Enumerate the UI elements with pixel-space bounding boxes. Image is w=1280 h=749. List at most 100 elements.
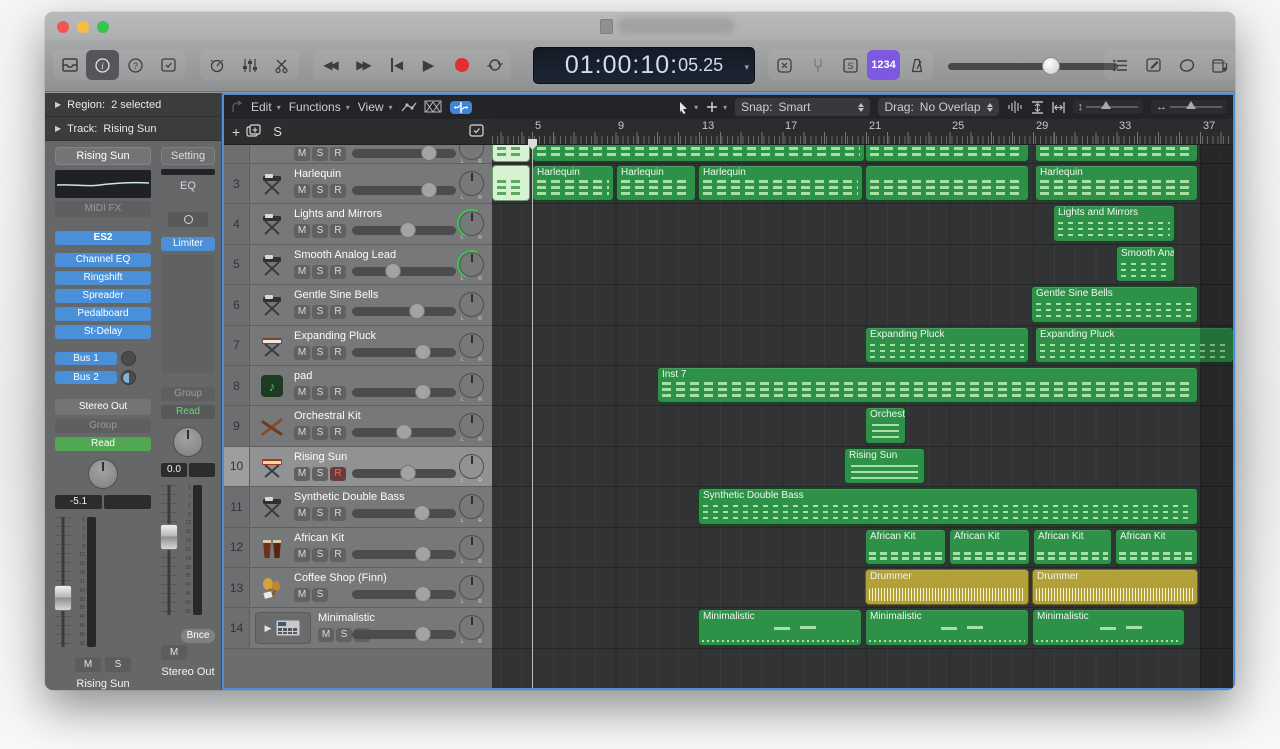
arrange-lanes[interactable]: HarlequinHarlequinHarlequinHarlequinLigh… <box>492 145 1233 688</box>
track-lane[interactable]: HarlequinHarlequinHarlequinHarlequin <box>492 164 1233 204</box>
rewind-button[interactable]: ◀◀ <box>313 50 346 80</box>
region[interactable] <box>532 145 865 162</box>
machine-track-icon[interactable]: ▶ <box>255 612 311 644</box>
flex-icon[interactable] <box>450 101 472 114</box>
lcd-display[interactable]: 01:00:10:05.25 ▾ <box>533 47 755 84</box>
volume-value[interactable]: 0.0 <box>161 463 187 477</box>
track-volume-slider[interactable] <box>352 428 456 437</box>
browsers-icon[interactable]: ♪ <box>1203 50 1235 80</box>
track-header[interactable]: 12African KitMSRLR <box>224 528 492 568</box>
region-drummer[interactable]: Drummer <box>865 569 1029 605</box>
track-pan-knob[interactable]: LR <box>459 292 484 317</box>
channel-fader[interactable]: 03691215182124303540455060 <box>55 517 151 647</box>
region-orchest[interactable]: Orchest <box>865 407 906 443</box>
library-icon[interactable] <box>53 50 86 80</box>
volume-value[interactable]: -5.1 <box>55 495 102 509</box>
volume-knob[interactable] <box>396 424 412 440</box>
list-editors-icon[interactable] <box>1104 50 1137 80</box>
track-mute-button[interactable]: M <box>294 426 310 440</box>
send-knob[interactable] <box>121 370 136 385</box>
midi-fx-slot[interactable]: MIDI FX <box>55 201 151 217</box>
track-record-button[interactable]: R <box>330 386 346 400</box>
region-harlequin[interactable]: Harlequin <box>698 165 863 201</box>
track-solo-button[interactable]: S <box>312 147 328 161</box>
output-slot[interactable]: Stereo Out <box>55 399 151 415</box>
eq-thumbnail[interactable] <box>55 170 151 198</box>
group-slot[interactable]: Group <box>161 387 215 401</box>
pan-knob[interactable] <box>173 427 203 457</box>
track-pan-knob[interactable]: LR <box>459 333 484 358</box>
vertical-auto-zoom-icon[interactable] <box>1031 101 1044 114</box>
fader-cap[interactable] <box>54 585 72 611</box>
track-mute-button[interactable]: M <box>294 467 310 481</box>
region-minimalistic[interactable]: Minimalistic <box>1032 609 1185 645</box>
region-lights-and-mirrors[interactable]: Lights and Mirrors <box>1053 205 1175 241</box>
track-mute-button[interactable]: M <box>294 224 310 238</box>
track-number[interactable]: 6 <box>224 285 250 324</box>
solo-mode-icon[interactable]: S <box>834 50 867 80</box>
plugin-slot[interactable]: Spreader <box>55 289 151 303</box>
volume-knob[interactable] <box>415 586 431 602</box>
eq-slot[interactable]: EQ <box>161 178 215 194</box>
track-pan-knob[interactable]: LR <box>459 373 484 398</box>
tuner-icon[interactable] <box>200 50 233 80</box>
count-in-button[interactable]: 1234 <box>867 50 900 80</box>
track-header[interactable]: MSRLR <box>224 145 492 164</box>
global-solo-button[interactable]: S <box>273 124 282 139</box>
track-number[interactable]: 7 <box>224 326 250 365</box>
pointer-tool-menu[interactable]: ▾ <box>678 101 698 114</box>
track-volume-slider[interactable] <box>352 550 456 559</box>
forward-button[interactable]: ▶▶ <box>346 50 379 80</box>
back-arrow-icon[interactable] <box>230 101 243 113</box>
region-minimalistic[interactable]: Minimalistic <box>865 609 1029 645</box>
track-config-icon[interactable] <box>469 124 484 140</box>
pan-value[interactable] <box>189 463 215 477</box>
track-mute-button[interactable]: M <box>294 305 310 319</box>
track-name[interactable]: Coffee Shop (Finn) <box>294 572 387 584</box>
volume-knob[interactable] <box>385 263 401 279</box>
track-record-button[interactable]: R <box>330 147 346 161</box>
region[interactable] <box>492 145 530 162</box>
track-name[interactable]: pad <box>294 370 312 382</box>
volume-knob[interactable] <box>415 546 431 562</box>
automation-mode[interactable]: Read <box>55 437 151 451</box>
add-track-button[interactable]: + <box>232 124 240 140</box>
setting-button[interactable]: Setting <box>161 147 215 165</box>
solo-button[interactable]: S <box>105 657 131 672</box>
vertical-zoom-slider[interactable]: ↕ <box>1073 100 1144 114</box>
snap-popup[interactable]: Snap: Smart <box>735 98 870 116</box>
track-solo-button[interactable]: S <box>312 588 328 602</box>
horizontal-auto-zoom-icon[interactable] <box>1052 101 1065 114</box>
track-volume-slider[interactable] <box>352 267 456 276</box>
cycle-button[interactable] <box>478 50 511 80</box>
output-fader[interactable]: 03691215182124303540455060 <box>161 485 215 615</box>
track-record-button[interactable]: R <box>330 265 346 279</box>
group-slot[interactable]: Group <box>55 419 151 433</box>
region[interactable] <box>492 165 530 201</box>
disclosure-triangle-icon[interactable]: ▶ <box>55 124 61 133</box>
region[interactable] <box>865 165 1029 201</box>
region-african-kit[interactable]: African Kit <box>1115 529 1198 565</box>
track-volume-slider[interactable] <box>352 469 456 478</box>
track-record-button[interactable]: R <box>330 184 346 198</box>
region-minimalistic[interactable]: Minimalistic <box>698 609 862 645</box>
track-pan-knob[interactable]: LR <box>459 413 484 438</box>
track-solo-button[interactable]: S <box>312 265 328 279</box>
zoom-button[interactable] <box>97 21 109 33</box>
track-name[interactable]: Lights and Mirrors <box>294 208 382 220</box>
track-name[interactable]: Expanding Pluck <box>294 330 376 342</box>
volume-knob[interactable] <box>421 182 437 198</box>
region-inspector-header[interactable]: ▶ Region:2 selected <box>45 93 221 117</box>
instrument-slot[interactable]: ES2 <box>55 231 151 245</box>
region-smooth-anal[interactable]: Smooth Anal <box>1116 246 1175 282</box>
track-header[interactable]: 8♪padMSRLR <box>224 366 492 406</box>
track-record-button[interactable]: R <box>330 346 346 360</box>
region-gentle-sine-bells[interactable]: Gentle Sine Bells <box>1031 286 1198 322</box>
region-inst-7[interactable]: Inst 7 <box>657 367 1198 403</box>
volume-knob[interactable] <box>414 505 430 521</box>
plugin-slot[interactable]: Ringshift <box>55 271 151 285</box>
inspector-info-icon[interactable]: i <box>86 50 119 80</box>
track-record-button[interactable]: R <box>330 548 346 562</box>
synth-track-icon[interactable] <box>255 289 289 321</box>
keys-track-icon[interactable] <box>255 330 289 362</box>
